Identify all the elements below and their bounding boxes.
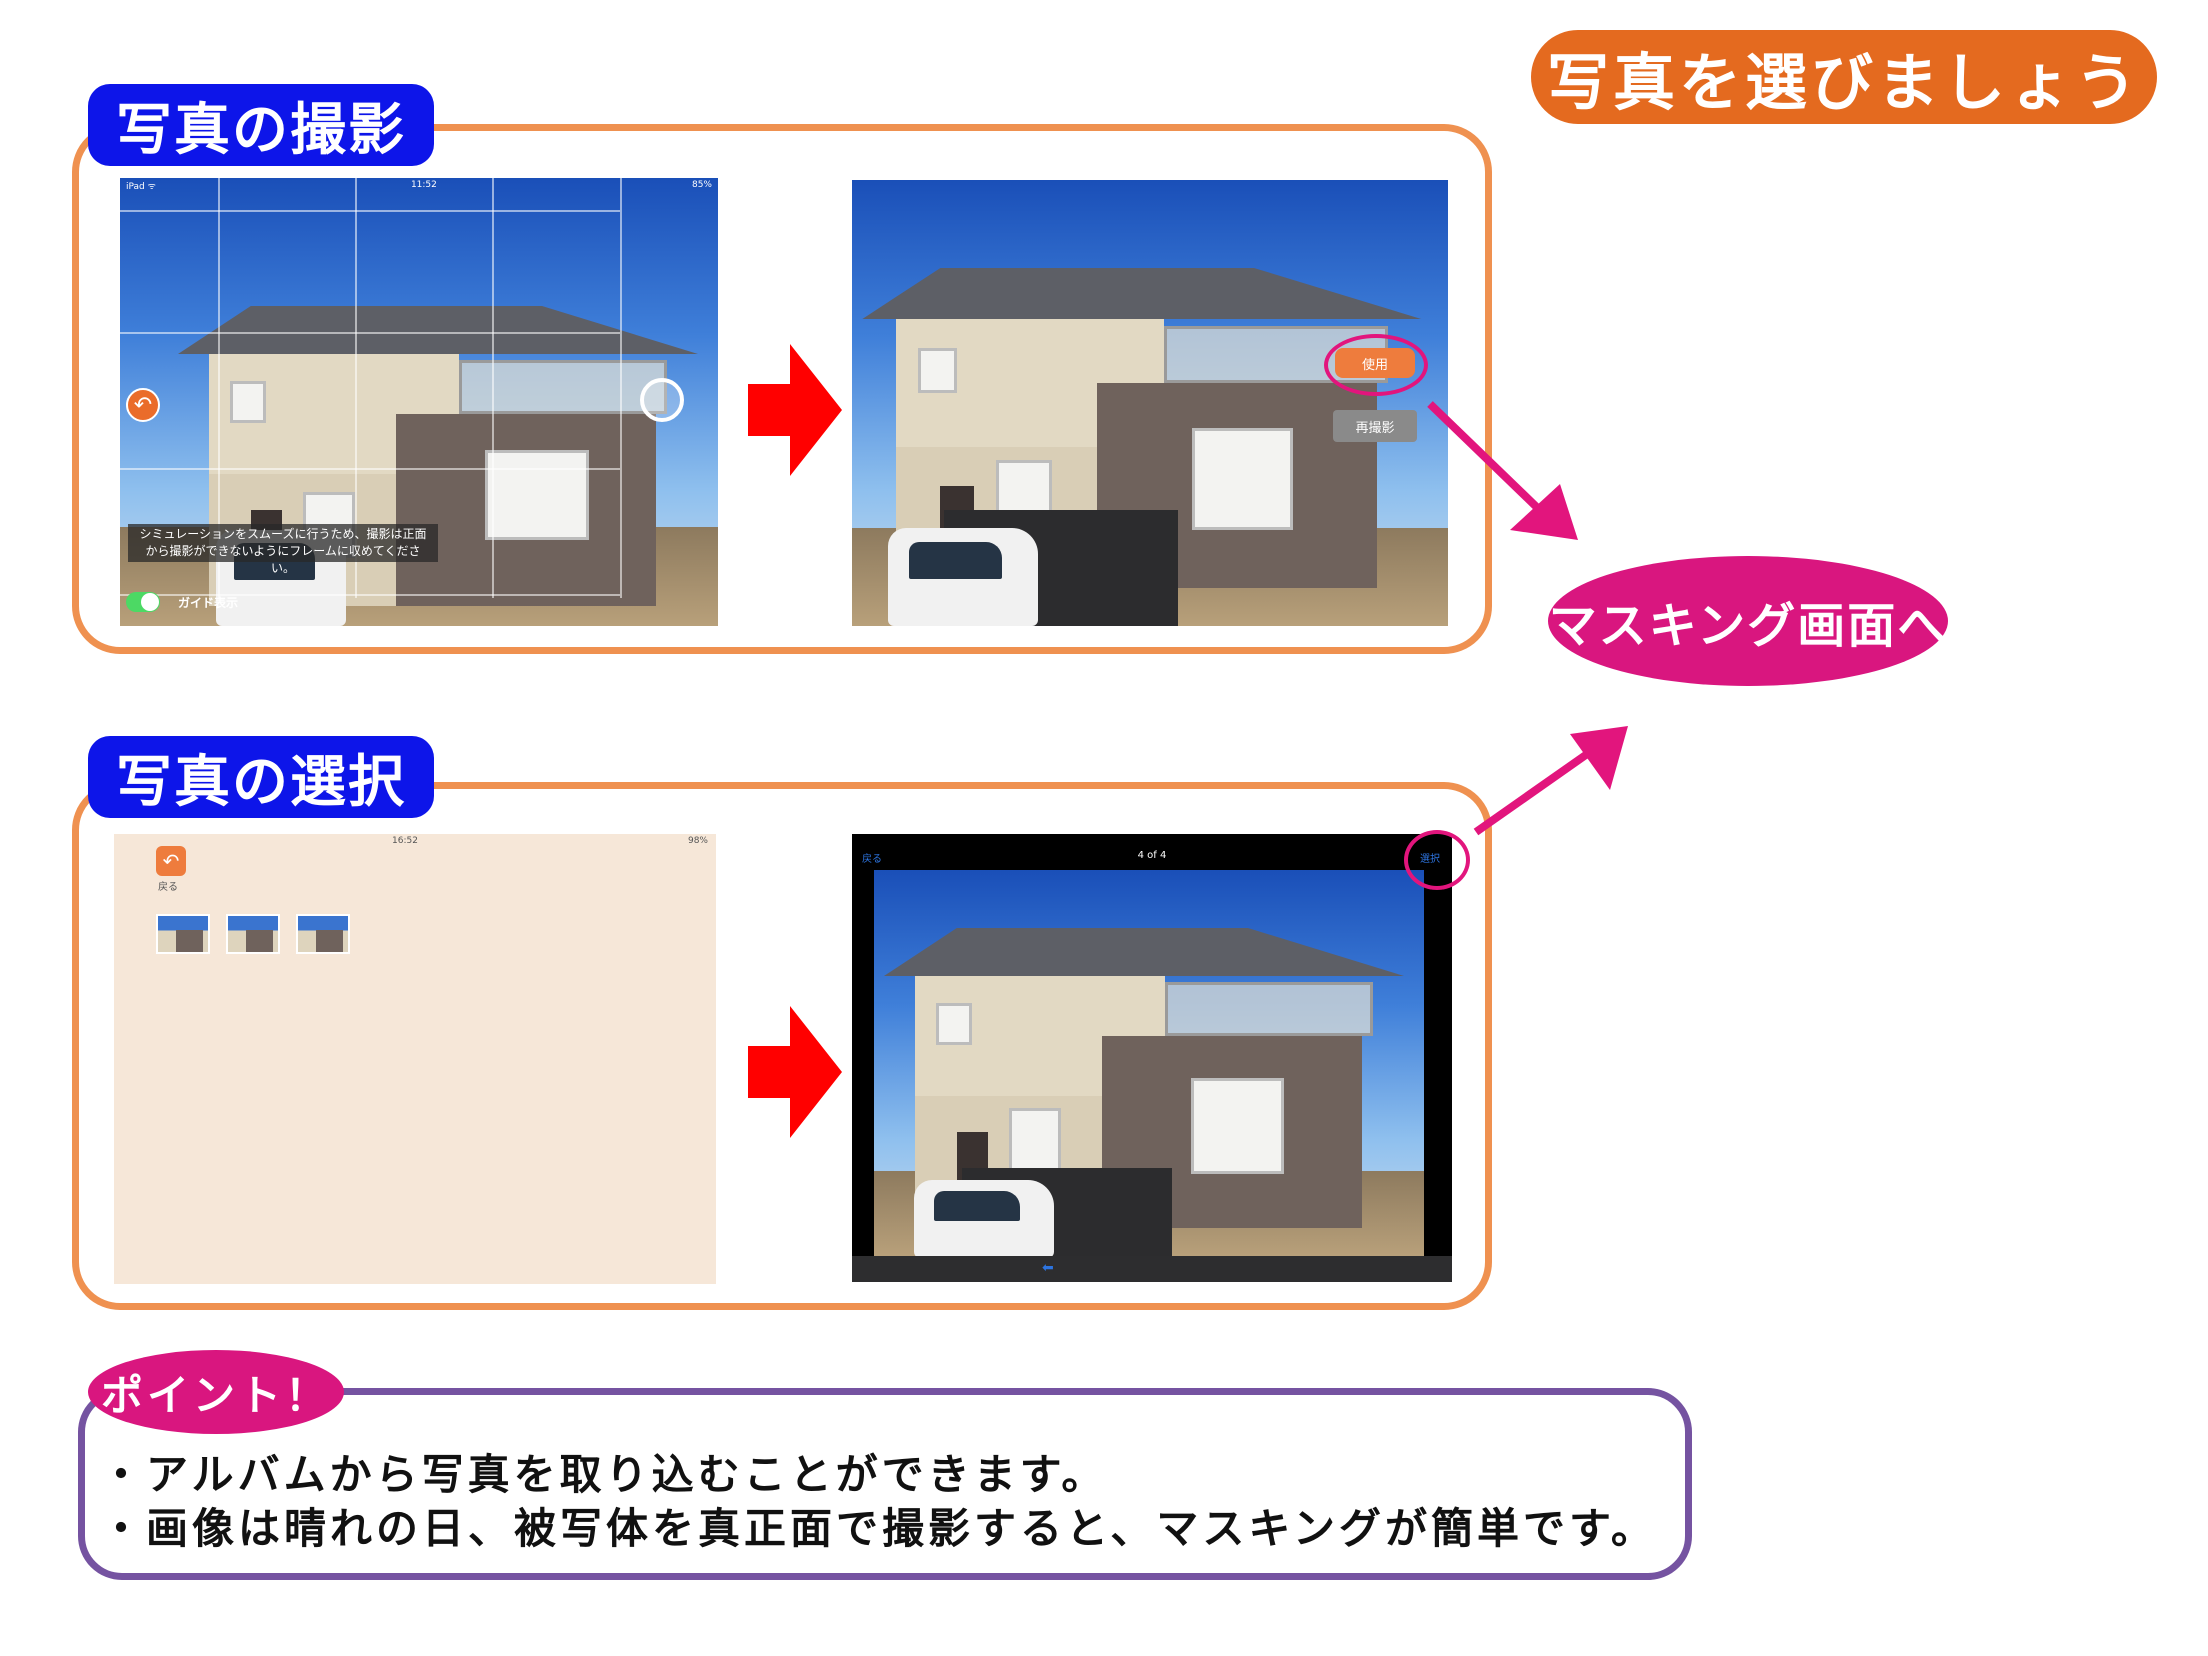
album-thumbnail[interactable] (156, 914, 210, 954)
back-label: 戻る (158, 882, 178, 893)
car-photo (888, 528, 1038, 626)
point-item: ・画像は晴れの日、被写体を真正面で撮影すると、マスキングが簡単です。 (100, 1504, 1657, 1553)
masking-screen-label: マスキング画面へ (1548, 556, 1948, 686)
use-button-highlight (1324, 334, 1428, 396)
undo-button[interactable]: ↶ (126, 388, 160, 422)
album-status-bar: 16:52 98% (114, 834, 716, 848)
status-battery: 85% (691, 180, 712, 190)
status-time: 16:52 (392, 836, 418, 846)
confirm-screen (852, 180, 1448, 626)
status-time: 11:52 (410, 180, 437, 190)
album-thumbnail[interactable] (296, 914, 350, 954)
guide-toggle[interactable] (126, 592, 160, 612)
points-label: ポイント！ (88, 1350, 344, 1434)
page-title: 写真を選びましょう (1531, 30, 2157, 124)
share-arrow-icon[interactable]: ⬅ (1042, 1260, 1054, 1276)
status-carrier: iPad ᯤ (126, 181, 156, 192)
preview-navbar: 戻る 4 of 4 選択 (852, 834, 1452, 870)
nav-counter: 4 of 4 (1137, 850, 1167, 861)
points-list: ・アルバムから写真を取り込むことができます。 ・画像は晴れの日、被写体を真正面で… (100, 1448, 1657, 1556)
album-screen: 16:52 98% ↶ 戻る (114, 834, 716, 1284)
back-button[interactable]: ↶ (156, 846, 186, 876)
point-item: ・アルバムから写真を取り込むことができます。 (100, 1450, 1108, 1499)
retake-button[interactable]: 再撮影 (1333, 410, 1417, 442)
arrow-from-select (1473, 748, 1593, 836)
shutter-button[interactable] (640, 378, 684, 422)
guide-message: シミュレーションをスムーズに行うため、撮影は正面から撮影ができないようにフレーム… (128, 524, 438, 575)
preview-photo (874, 870, 1424, 1256)
arrow-head-icon (1510, 484, 1578, 540)
back-arrow-icon: ↶ (162, 849, 180, 873)
select-button-highlight (1404, 830, 1470, 890)
status-battery: 98% (687, 836, 708, 846)
preview-toolbar: ⬅ (852, 1256, 1452, 1282)
camera-status-bar: iPad ᯤ 11:52 85% (120, 178, 718, 192)
select-section-label: 写真の選択 (88, 736, 434, 818)
guide-toggle-label: ガイド表示 (178, 596, 239, 610)
preview-screen: 戻る 4 of 4 選択 ⬅ (852, 834, 1452, 1282)
album-thumbnail[interactable] (226, 914, 280, 954)
car-photo (914, 1180, 1054, 1256)
undo-icon: ↶ (133, 392, 153, 418)
arrow-head-icon (1570, 726, 1628, 790)
capture-section-label: 写真の撮影 (88, 84, 434, 166)
